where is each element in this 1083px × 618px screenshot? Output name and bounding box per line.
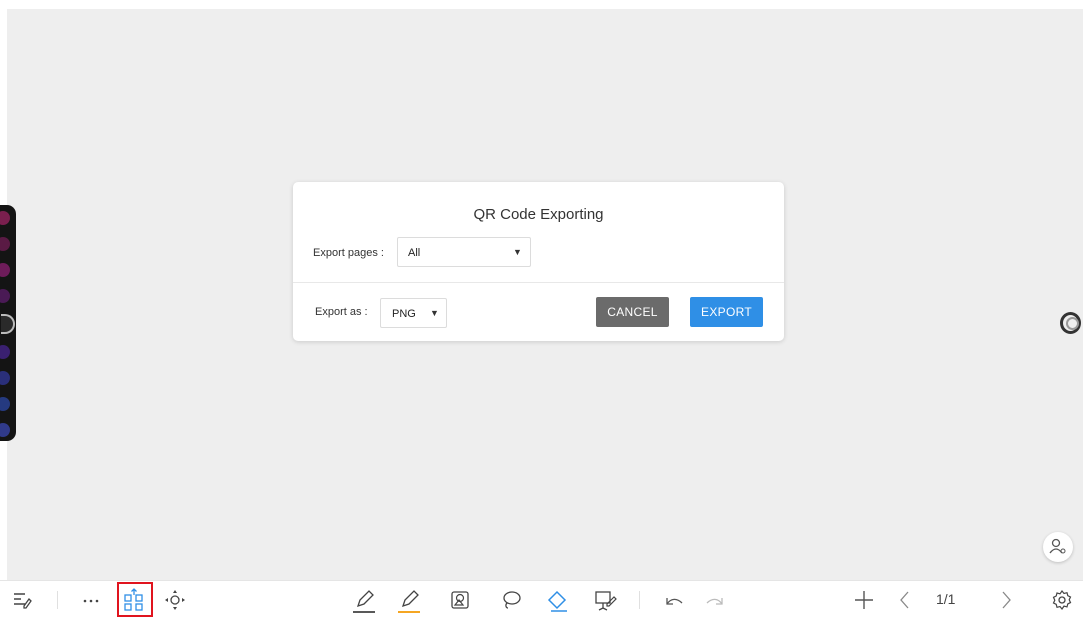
add-page-icon (855, 591, 873, 609)
lasso-icon (503, 591, 521, 609)
prev-page-icon (900, 591, 909, 609)
export-pages-select[interactable]: All ▼ (397, 237, 531, 267)
color-swatch[interactable] (0, 345, 10, 359)
export-pages-value: All (408, 247, 421, 259)
export-as-label: Export as : (315, 306, 368, 318)
menu-button[interactable] (9, 588, 35, 612)
undo-icon (666, 598, 683, 605)
prev-page-button[interactable] (895, 588, 915, 612)
highlight-box (117, 582, 153, 617)
color-swatch[interactable] (0, 237, 10, 251)
eraser-icon (547, 590, 567, 612)
presentation-button[interactable] (592, 588, 618, 612)
toolbar-separator (57, 591, 58, 609)
color-swatch[interactable] (0, 423, 10, 437)
settings-button[interactable] (1050, 588, 1074, 612)
presentation-icon (595, 591, 617, 611)
toolbar-separator (639, 591, 640, 609)
page-indicator: 1/1 (936, 591, 956, 607)
color-swatch[interactable] (0, 263, 10, 277)
color-swatch[interactable] (0, 371, 10, 385)
pen-icon (353, 590, 375, 613)
export-pages-label: Export pages : (313, 247, 384, 259)
bottom-toolbar: 1/1 (0, 580, 1083, 618)
shape-icon (451, 591, 469, 609)
chevron-down-icon: ▼ (430, 308, 439, 318)
user-icon (1049, 538, 1066, 554)
dialog-divider (293, 282, 784, 283)
redo-icon (706, 598, 723, 605)
highlighter-icon (398, 590, 420, 613)
right-panel-handle[interactable] (1060, 312, 1081, 334)
menu-icon (14, 593, 32, 609)
export-format-select[interactable]: PNG ▼ (380, 298, 447, 328)
undo-button[interactable] (662, 588, 686, 612)
next-page-button[interactable] (996, 588, 1016, 612)
color-swatch[interactable] (0, 211, 10, 225)
more-icon (83, 599, 99, 603)
pen-button[interactable] (351, 588, 377, 613)
cancel-button[interactable]: CANCEL (596, 297, 669, 327)
more-button[interactable] (80, 588, 102, 612)
export-format-value: PNG (392, 308, 416, 320)
export-button[interactable]: EXPORT (690, 297, 763, 327)
color-swatch[interactable] (0, 289, 10, 303)
eraser-button[interactable] (545, 588, 571, 612)
user-button[interactable] (1043, 532, 1073, 562)
shape-button[interactable] (448, 588, 472, 612)
add-page-button[interactable] (852, 588, 876, 612)
settings-icon (1052, 590, 1072, 611)
redo-button[interactable] (703, 588, 727, 612)
qr-export-dialog: QR Code Exporting Export pages : All ▼ E… (293, 182, 784, 341)
move-button[interactable] (162, 588, 188, 612)
color-swatch[interactable] (0, 397, 10, 411)
dialog-title: QR Code Exporting (473, 206, 604, 223)
chevron-down-icon: ▼ (513, 247, 522, 257)
move-icon (165, 590, 185, 610)
highlighter-button[interactable] (396, 588, 422, 613)
next-page-icon (1002, 591, 1011, 609)
lasso-button[interactable] (499, 588, 523, 612)
